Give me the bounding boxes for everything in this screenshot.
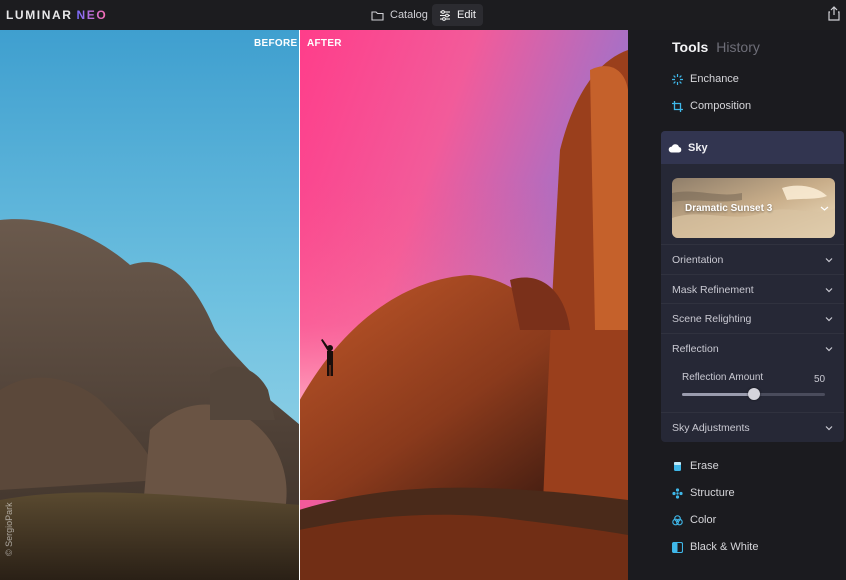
reflection-amount-fill (682, 393, 754, 396)
tool-black-white[interactable]: Black & White (672, 541, 758, 553)
edit-button[interactable]: Edit (432, 4, 483, 26)
tool-erase-label: Erase (690, 460, 719, 472)
section-sky-adjustments[interactable]: Sky Adjustments (661, 412, 844, 442)
sky-preset-thumbnail[interactable]: Dramatic Sunset 3 (672, 178, 835, 238)
section-scene-relighting[interactable]: Scene Relighting (661, 303, 844, 333)
app-logo: LUMINAR NEO (6, 8, 107, 22)
tool-black-white-label: Black & White (690, 541, 759, 553)
chevron-down-icon (825, 316, 833, 321)
photo-watermark: © SergioPark (4, 502, 14, 556)
panel-tabs: Tools History (672, 39, 760, 55)
color-icon (672, 514, 683, 525)
structure-icon (672, 487, 683, 499)
sky-header[interactable]: Sky (661, 131, 844, 164)
tool-color-label: Color (690, 514, 717, 526)
tool-enchance-label: Enchance (690, 73, 739, 85)
section-orientation[interactable]: Orientation (661, 244, 844, 274)
catalog-label: Catalog (390, 9, 428, 21)
eraser-icon (674, 461, 681, 471)
tab-tools[interactable]: Tools (672, 39, 708, 55)
tool-structure-label: Structure (690, 487, 735, 499)
before-after-photo (0, 30, 628, 580)
tool-enchance[interactable]: Enchance (672, 73, 739, 85)
after-label: AFTER (307, 38, 342, 49)
section-reflection[interactable]: Reflection (661, 333, 844, 363)
chevron-down-icon (825, 346, 833, 351)
logo-main: LUMINAR (6, 8, 73, 22)
black-white-icon (672, 541, 683, 553)
tool-composition[interactable]: Composition (672, 100, 751, 112)
sparkle-icon (672, 73, 683, 85)
section-mask-refinement-label: Mask Refinement (672, 283, 754, 296)
cloud-icon (668, 143, 682, 152)
chevron-down-icon (820, 206, 829, 211)
chevron-down-icon (825, 425, 833, 430)
logo-accent: NEO (76, 8, 108, 22)
tab-history[interactable]: History (716, 39, 760, 55)
sliders-icon (440, 9, 450, 21)
tool-composition-label: Composition (690, 100, 752, 112)
share-icon[interactable] (828, 6, 840, 21)
section-scene-relighting-label: Scene Relighting (672, 312, 752, 325)
section-mask-refinement[interactable]: Mask Refinement (661, 274, 844, 304)
tool-structure[interactable]: Structure (672, 487, 735, 499)
reflection-amount-value: 50 (814, 374, 826, 385)
tool-color[interactable]: Color (672, 514, 716, 526)
reflection-amount-thumb[interactable] (747, 388, 760, 400)
section-orientation-label: Orientation (672, 253, 724, 266)
reflection-amount-label: Reflection Amount (682, 372, 764, 383)
top-bar: LUMINAR NEO Catalog Edit (0, 0, 846, 30)
section-sky-adjustments-label: Sky Adjustments (672, 421, 750, 434)
folder-icon (371, 10, 384, 21)
edit-label: Edit (457, 9, 476, 21)
catalog-button[interactable]: Catalog (364, 4, 435, 26)
before-label: BEFORE (254, 38, 298, 49)
sky-tool-card: Sky Dramatic Sunset 3 Orientation Mask R… (661, 131, 844, 442)
section-reflection-label: Reflection (672, 342, 719, 355)
chevron-down-icon (825, 287, 833, 292)
crop-icon (672, 100, 683, 112)
sky-title: Sky (688, 141, 708, 154)
chevron-down-icon (825, 257, 833, 262)
tool-erase[interactable]: Erase (672, 460, 719, 472)
preset-label: Dramatic Sunset 3 (685, 203, 773, 214)
photo-canvas[interactable]: BEFORE AFTER © SergioPark (0, 30, 628, 580)
